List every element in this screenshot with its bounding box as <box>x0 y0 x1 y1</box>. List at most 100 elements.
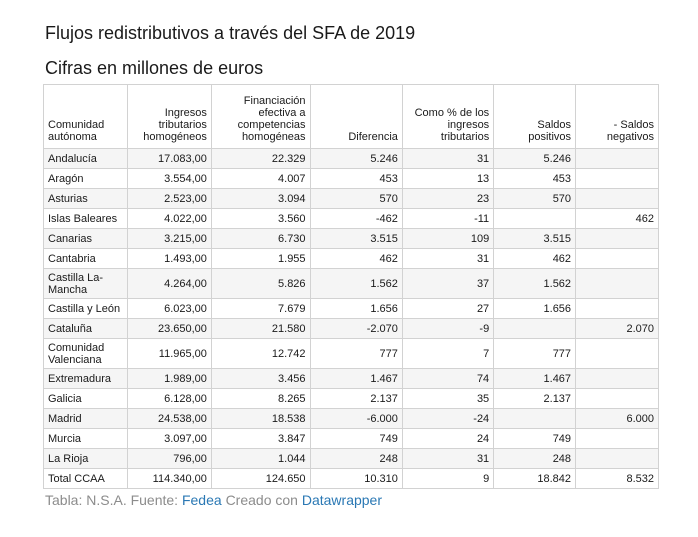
source-link[interactable]: Fedea <box>182 492 222 508</box>
value-cell: 6.000 <box>575 408 659 429</box>
table-row: Asturias 2.523,00 3.094 570 23 570 <box>43 188 659 209</box>
table-row: Aragón 3.554,00 4.007 453 13 453 <box>43 168 659 189</box>
value-cell: 27 <box>401 298 495 319</box>
value-cell: 777 <box>309 338 403 369</box>
value-cell <box>575 268 659 299</box>
value-cell <box>575 248 659 269</box>
value-cell <box>575 228 659 249</box>
row-label-cell: Total CCAA <box>43 468 128 489</box>
value-cell: 570 <box>309 188 403 209</box>
value-cell: 1.989,00 <box>126 368 212 389</box>
row-label-cell: Canarias <box>43 228 128 249</box>
value-cell: 3.847 <box>210 428 311 449</box>
column-header[interactable]: Como % de los ingresos tributarios <box>401 84 495 149</box>
value-cell: 5.826 <box>210 268 311 299</box>
value-cell: 248 <box>309 448 403 469</box>
value-cell: 37 <box>401 268 495 299</box>
value-cell <box>493 208 577 229</box>
table-row: Castilla y León 6.023,00 7.679 1.656 27 1.656 <box>43 298 659 319</box>
value-cell: 1.656 <box>493 298 577 319</box>
value-cell: 21.580 <box>210 318 311 339</box>
value-cell: -6.000 <box>309 408 403 429</box>
value-cell: 6.730 <box>210 228 311 249</box>
value-cell: 7.679 <box>210 298 311 319</box>
value-cell: 31 <box>401 148 495 169</box>
value-cell <box>493 408 577 429</box>
table-row: Comunidad Valenciana 11.965,00 12.742 777 7 7… <box>43 338 659 369</box>
value-cell: 18.842 <box>493 468 577 489</box>
value-cell <box>575 368 659 389</box>
footer-note: Tabla: N.S.A. Fuente: <box>45 492 179 508</box>
value-cell: -11 <box>401 208 495 229</box>
table-row: Islas Baleares 4.022,00 3.560 -462 -11 462 <box>43 208 659 229</box>
value-cell: 1.467 <box>309 368 403 389</box>
table-row: La Rioja 796,00 1.044 248 31 248 <box>43 448 659 469</box>
value-cell: 796,00 <box>126 448 212 469</box>
value-cell: 3.554,00 <box>126 168 212 189</box>
value-cell: 1.493,00 <box>126 248 212 269</box>
value-cell: 7 <box>401 338 495 369</box>
value-cell: 8.532 <box>575 468 659 489</box>
table-row: Andalucía 17.083,00 22.329 5.246 31 5.246 <box>43 148 659 169</box>
value-cell: 31 <box>401 248 495 269</box>
value-cell: 12.742 <box>210 338 311 369</box>
value-cell: 453 <box>493 168 577 189</box>
value-cell: 23 <box>401 188 495 209</box>
value-cell: 3.094 <box>210 188 311 209</box>
value-cell: -462 <box>309 208 403 229</box>
value-cell: 462 <box>493 248 577 269</box>
value-cell: 22.329 <box>210 148 311 169</box>
table-subtitle: Cifras en millones de euros <box>45 58 264 78</box>
table-row: Castilla La-Mancha 4.264,00 5.826 1.562 37 1.… <box>43 268 659 299</box>
row-label-cell: Murcia <box>43 428 128 449</box>
value-cell: 1.562 <box>309 268 403 299</box>
table-row: Madrid 24.538,00 18.538 -6.000 -24 6.000 <box>43 408 659 429</box>
value-cell: 4.264,00 <box>126 268 212 299</box>
column-header[interactable]: Diferencia <box>309 84 403 149</box>
value-cell: 10.310 <box>309 468 403 489</box>
value-cell: 74 <box>401 368 495 389</box>
value-cell: 1.955 <box>210 248 311 269</box>
value-cell: -2.070 <box>309 318 403 339</box>
row-label-cell: Castilla La-Mancha <box>43 268 128 299</box>
value-cell: 8.265 <box>210 388 311 409</box>
value-cell: 13 <box>401 168 495 189</box>
value-cell: 5.246 <box>493 148 577 169</box>
row-label-cell: La Rioja <box>43 448 128 469</box>
value-cell: 9 <box>401 468 495 489</box>
value-cell: 3.456 <box>210 368 311 389</box>
value-cell: 6.023,00 <box>126 298 212 319</box>
value-cell: 3.515 <box>309 228 403 249</box>
table-row: Cantabria 1.493,00 1.955 462 31 462 <box>43 248 659 269</box>
row-label-cell: Madrid <box>43 408 128 429</box>
table-row: Total CCAA 114.340,00 124.650 10.310 9 18.842… <box>43 468 659 489</box>
column-header[interactable]: Comunidad autónoma <box>43 84 128 149</box>
value-cell <box>575 428 659 449</box>
row-label-cell: Cataluña <box>43 318 128 339</box>
value-cell: 4.007 <box>210 168 311 189</box>
row-label-cell: Galicia <box>43 388 128 409</box>
row-label-cell: Islas Baleares <box>43 208 128 229</box>
row-label-cell: Extremadura <box>43 368 128 389</box>
row-label-cell: Aragón <box>43 168 128 189</box>
value-cell: 3.515 <box>493 228 577 249</box>
value-cell: 777 <box>493 338 577 369</box>
value-cell: 2.137 <box>309 388 403 409</box>
value-cell: 31 <box>401 448 495 469</box>
value-cell: 23.650,00 <box>126 318 212 339</box>
value-cell: 3.215,00 <box>126 228 212 249</box>
column-header[interactable]: Financiación efectiva a competencias hom… <box>210 84 311 149</box>
value-cell: 2.070 <box>575 318 659 339</box>
value-cell: 462 <box>575 208 659 229</box>
table-row: Extremadura 1.989,00 3.456 1.467 74 1.467 <box>43 368 659 389</box>
column-header[interactable]: Saldos positivos <box>493 84 577 149</box>
datawrapper-link[interactable]: Datawrapper <box>302 492 382 508</box>
column-header[interactable]: Ingresos tributarios homogéneos <box>126 84 212 149</box>
column-header[interactable]: - Saldos negativos <box>575 84 659 149</box>
value-cell: 453 <box>309 168 403 189</box>
value-cell: 3.560 <box>210 208 311 229</box>
value-cell: 248 <box>493 448 577 469</box>
value-cell <box>575 338 659 369</box>
table-row: Canarias 3.215,00 6.730 3.515 109 3.515 <box>43 228 659 249</box>
value-cell: -9 <box>401 318 495 339</box>
